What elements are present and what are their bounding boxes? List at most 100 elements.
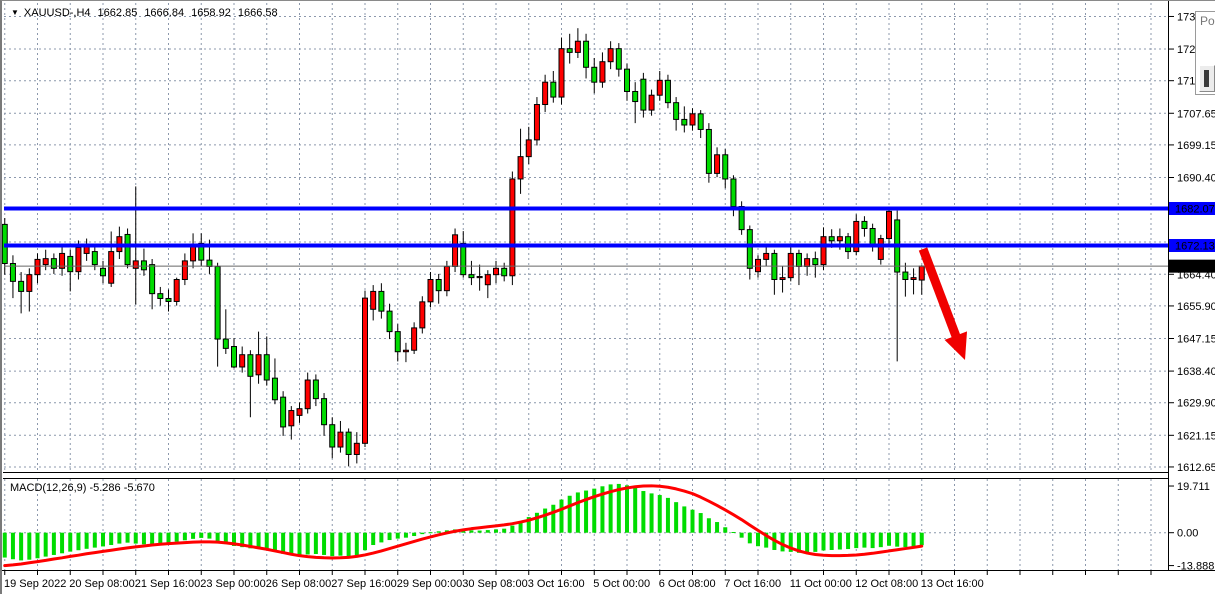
popup-button[interactable] — [1199, 65, 1215, 92]
macd-histogram-bar — [879, 533, 883, 547]
macd-histogram-bar — [805, 533, 809, 553]
time-axis-label: 30 Sep 08:00 — [462, 578, 527, 590]
macd-histogram-bar — [19, 533, 23, 561]
macd-histogram-bar — [478, 531, 482, 533]
price-chart-canvas[interactable]: 1733.651724.901716.401707.651699.151690.… — [2, 1, 1215, 594]
candle-body — [600, 62, 605, 82]
candle-body — [371, 291, 376, 309]
time-axis-label: 19 Sep 2022 — [4, 578, 66, 590]
candle-body — [387, 311, 392, 331]
candle-body — [706, 129, 711, 173]
macd-histogram-bar — [756, 533, 760, 546]
candle-body — [633, 91, 638, 101]
macd-histogram-bar — [625, 485, 629, 532]
candle-body — [322, 399, 327, 425]
popup-button-icon — [1204, 70, 1209, 87]
candle-body — [281, 397, 286, 427]
candle-body — [338, 432, 343, 447]
macd-histogram-bar — [355, 533, 359, 555]
candle-body — [403, 350, 408, 351]
candle-body — [453, 235, 458, 267]
macd-histogram-bar — [338, 533, 342, 556]
macd-histogram-bar — [707, 518, 711, 532]
macd-histogram-bar — [748, 533, 752, 544]
ohlc-low: 1658.92 — [191, 7, 231, 19]
time-axis-label: 6 Oct 08:00 — [659, 578, 716, 590]
candle-body — [313, 380, 318, 399]
candle-body — [543, 82, 548, 104]
candle-body — [19, 281, 24, 291]
candle-body — [534, 105, 539, 140]
candle-body — [649, 95, 654, 110]
macd-histogram-bar — [666, 498, 670, 533]
macd-histogram-bar — [854, 533, 858, 548]
candle-body — [207, 260, 212, 266]
trend-arrow-shaft[interactable] — [923, 249, 958, 341]
macd-histogram-bar — [183, 533, 187, 541]
candle-body — [133, 261, 138, 268]
macd-histogram-bar — [731, 532, 735, 533]
candle-body — [420, 302, 425, 328]
candle-body — [444, 266, 449, 290]
symbol-dropdown-icon[interactable]: ▼ — [11, 8, 19, 17]
macd-histogram-bar — [216, 533, 220, 542]
macd-histogram-bar — [142, 533, 146, 545]
candle-body — [272, 378, 277, 400]
candle-body — [723, 155, 728, 179]
time-axis-label: 27 Sep 16:00 — [331, 578, 396, 590]
macd-histogram-bar — [289, 533, 293, 555]
candle-body — [363, 298, 368, 443]
popup-panel: Po — [1195, 11, 1215, 95]
candle-body — [690, 114, 695, 125]
macd-histogram-bar — [895, 533, 899, 547]
candle-body — [27, 275, 32, 292]
candle-body — [616, 49, 621, 69]
candle-body — [68, 256, 73, 271]
current-price-tag-label: 1666.58 — [1175, 261, 1215, 273]
macd-histogram-bar — [388, 533, 392, 540]
macd-histogram-bar — [568, 496, 572, 533]
candle-body — [870, 228, 875, 244]
candle-body — [428, 279, 433, 301]
candle-body — [485, 275, 490, 285]
level-price-tag-label: 1672.13 — [1175, 241, 1215, 253]
time-axis-label: 29 Sep 00:00 — [397, 578, 462, 590]
macd-histogram-bar — [740, 533, 744, 538]
candle-body — [289, 411, 294, 426]
time-axis-label: 5 Oct 00:00 — [593, 578, 650, 590]
candle-body — [141, 261, 146, 270]
macd-histogram-bar — [44, 533, 48, 557]
macd-histogram-bar — [85, 533, 89, 549]
candle-body — [379, 291, 384, 311]
macd-histogram-bar — [273, 533, 277, 552]
macd-histogram-bar — [871, 533, 875, 548]
pane-borders — [2, 1, 1215, 571]
macd-histogram-bar — [584, 491, 588, 533]
macd-histogram-bar — [404, 533, 408, 538]
macd-histogram-bar — [363, 533, 367, 551]
candle-body — [682, 119, 687, 125]
macd-histogram-bar — [912, 533, 916, 546]
time-axis: 19 Sep 202220 Sep 08:0021 Sep 16:0023 Se… — [4, 571, 1151, 590]
price-axis-label: 1655.90 — [1177, 301, 1215, 313]
trend-arrow[interactable] — [923, 249, 967, 360]
macd-histogram-bar — [429, 532, 433, 533]
ohlc-open: 1662.85 — [98, 7, 138, 19]
candle-body — [346, 432, 351, 454]
macd-histogram-bar — [117, 533, 121, 544]
candle-body — [215, 266, 220, 339]
macd-histogram-bar — [674, 502, 678, 533]
macd-histogram-bar — [109, 533, 113, 545]
candle-body — [625, 69, 630, 91]
candle-body — [665, 80, 670, 102]
macd-histogram-bar — [322, 533, 326, 555]
price-axis-label: 1647.15 — [1177, 334, 1215, 346]
time-axis-label: 23 Sep 00:00 — [200, 578, 265, 590]
candle-body — [469, 275, 474, 278]
macd-histogram-bar — [830, 533, 834, 550]
macd-histogram-bar — [306, 533, 310, 555]
ohlc-high: 1666.84 — [144, 7, 184, 19]
trend-arrow-head[interactable] — [945, 331, 967, 360]
candle-body — [829, 237, 834, 241]
candle-body — [796, 253, 801, 266]
